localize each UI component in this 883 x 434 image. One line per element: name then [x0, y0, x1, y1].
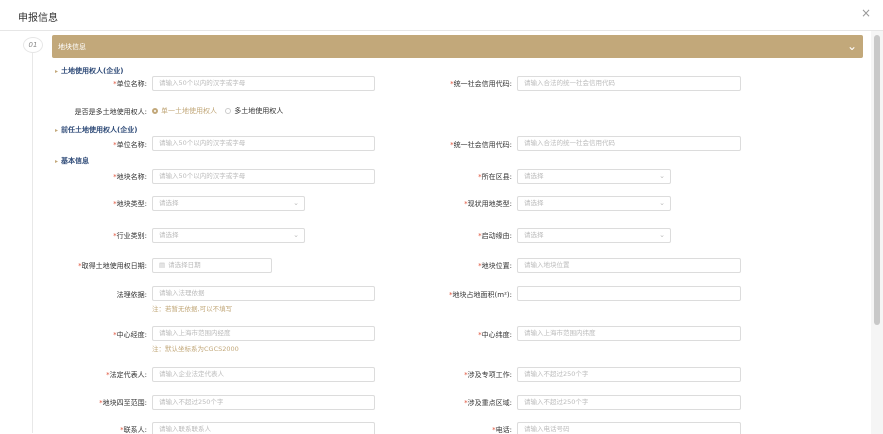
unit-name-input[interactable]: 请输入50个以内的汉字或字母: [152, 76, 375, 91]
label-industry: *行业类别:: [113, 232, 147, 240]
legal-basis-hint: 注：若暂无依据,可以不填写: [152, 305, 233, 313]
label-multi-user: 是否是多土地使用权人:: [74, 108, 147, 116]
special-work-input[interactable]: 请输入不超过250个字: [517, 367, 741, 382]
district-select[interactable]: 请选择 ⌄: [517, 169, 671, 184]
caret-right-icon: ▸: [55, 68, 59, 75]
credit-code-input[interactable]: 请输入合法的统一社会信用代码: [517, 76, 741, 91]
label-plot-location: *地块位置:: [478, 262, 512, 270]
subhead-former-user: ▸ 前任土地使用权人(企业): [55, 126, 138, 134]
boundary-input[interactable]: 请输入不超过250个字: [152, 395, 375, 410]
dialog-title: 申报信息: [18, 13, 58, 24]
industry-select[interactable]: 请选择 ⌄: [152, 228, 305, 243]
center-lng-input[interactable]: 请输入上海市范围内经度: [152, 326, 375, 341]
plot-area-input[interactable]: [517, 286, 741, 301]
label-legal-basis: 法理依据:: [116, 291, 147, 299]
legal-rep-input[interactable]: 请输入企业法定代表人: [152, 367, 375, 382]
label-legal-rep: *法定代表人:: [106, 371, 147, 379]
subhead-land-user: ▸ 土地使用权人(企业): [55, 67, 124, 75]
close-icon[interactable]: ×: [861, 6, 871, 20]
label-plot-area: *地块占地面积(m²):: [449, 291, 512, 299]
calendar-icon: ▤: [159, 261, 166, 269]
chevron-down-icon: ⌄: [659, 199, 665, 207]
multi-user-radio-group: 单一土地使用权人 多土地使用权人: [152, 106, 283, 116]
subhead-basic-info: ▸ 基本信息: [55, 157, 90, 165]
label-district: *所在区县:: [478, 173, 512, 181]
scrollbar-thumb[interactable]: [874, 35, 880, 325]
label-contact: *联系人:: [120, 426, 147, 434]
step-number: 01: [23, 37, 43, 53]
former-unit-name-input[interactable]: 请输入50个以内的汉字或字母: [152, 136, 375, 151]
radio-single-user-label[interactable]: 单一土地使用权人: [161, 107, 217, 115]
label-acquire-date: *取得土地使用权日期:: [78, 262, 147, 270]
label-center-lng: *中心经度:: [113, 331, 147, 339]
center-lat-input[interactable]: 请输入上海市范围内纬度: [517, 326, 741, 341]
plot-location-input[interactable]: 请输入地块位置: [517, 258, 741, 273]
radio-multi-user[interactable]: [225, 108, 232, 114]
start-reason-select[interactable]: 请选择 ⌄: [517, 228, 671, 243]
label-start-reason: *启动缘由:: [478, 232, 512, 240]
phone-input[interactable]: 请输入电话号码: [517, 422, 741, 434]
label-center-lat: *中心纬度:: [478, 331, 512, 339]
declaration-dialog: 申报信息 × 01 地块信息 ⌄ ▸ 土地使用权人(企业) ▸ 前任土地使用权人(企…: [0, 0, 883, 434]
radio-multi-user-label[interactable]: 多土地使用权人: [234, 107, 283, 115]
label-plot-type: *地块类型:: [113, 200, 147, 208]
label-land-use-type: *现状用地类型:: [464, 200, 512, 208]
caret-right-icon: ▸: [55, 158, 59, 165]
plot-type-select[interactable]: 请选择 ⌄: [152, 196, 305, 211]
legal-basis-input[interactable]: 请输入法理依据: [152, 286, 375, 301]
chevron-down-icon: ⌄: [659, 172, 665, 180]
label-former-unit-name: *单位名称:: [113, 141, 147, 149]
radio-single-user[interactable]: [152, 108, 158, 114]
former-credit-code-input[interactable]: 请输入合法的统一社会信用代码: [517, 136, 741, 151]
label-boundary: *地块四至范围:: [99, 399, 147, 407]
label-phone: *电话:: [492, 426, 512, 434]
label-plot-name: *地块名称:: [113, 173, 147, 181]
chevron-down-icon: ⌄: [659, 231, 665, 239]
section-title: 地块信息: [58, 43, 86, 51]
chevron-down-icon[interactable]: ⌄: [847, 37, 857, 55]
label-former-credit-code: *统一社会信用代码:: [450, 141, 512, 149]
label-credit-code: *统一社会信用代码:: [450, 80, 512, 88]
label-unit-name: *单位名称:: [113, 80, 147, 88]
label-key-area: *涉及重点区域:: [464, 399, 512, 407]
plot-name-input[interactable]: 请输入50个以内的汉字或字母: [152, 169, 375, 184]
key-area-input[interactable]: 请输入不超过250个字: [517, 395, 741, 410]
dialog-title-bar: 申报信息 ×: [0, 0, 883, 31]
step-line: [32, 53, 33, 433]
label-special-work: *涉及专项工作:: [464, 371, 512, 379]
scrollbar[interactable]: [871, 31, 883, 434]
chevron-down-icon: ⌄: [293, 231, 299, 239]
land-use-type-select[interactable]: 请选择 ⌄: [517, 196, 671, 211]
section-header-plot-info[interactable]: 地块信息 ⌄: [52, 35, 863, 58]
center-lng-hint: 注：默认坐标系为CGCS2000: [152, 345, 239, 353]
caret-right-icon: ▸: [55, 127, 59, 134]
contact-input[interactable]: 请输入联系联系人: [152, 422, 375, 434]
acquire-date-picker[interactable]: ▤ 请选择日期: [152, 258, 272, 273]
chevron-down-icon: ⌄: [293, 199, 299, 207]
